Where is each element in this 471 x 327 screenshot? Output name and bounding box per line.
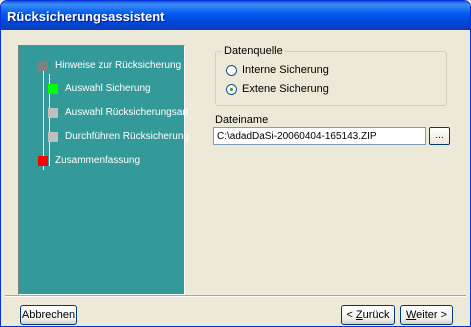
step-label: Durchführen Rücksicherung bbox=[65, 131, 189, 142]
next-button[interactable]: Weiter > bbox=[400, 305, 453, 325]
tree-vertical-line bbox=[43, 66, 44, 170]
step-status-icon bbox=[48, 132, 58, 142]
back-rest: urück bbox=[362, 309, 390, 321]
step-status-icon bbox=[38, 61, 48, 71]
next-rest: eiter > bbox=[416, 309, 448, 321]
wizard-window: Rücksicherungsassistent Hinweise zur Rüc… bbox=[0, 0, 471, 327]
group-legend: Datenquelle bbox=[222, 45, 285, 57]
wizard-content: Hinweise zur Rücksicherung Auswahl Siche… bbox=[5, 30, 466, 326]
radio-label[interactable]: Interne Sicherung bbox=[242, 64, 329, 76]
radio-button-icon[interactable] bbox=[226, 65, 237, 76]
next-mnemonic: W bbox=[405, 309, 417, 321]
step-label: Zusammenfassung bbox=[55, 155, 141, 166]
back-prefix: < bbox=[346, 309, 356, 321]
window-title[interactable]: Rücksicherungsassistent bbox=[1, 1, 470, 30]
step-status-icon bbox=[38, 156, 48, 166]
step-label: Auswahl Rücksicherungsart bbox=[65, 107, 189, 118]
browse-button[interactable]: ... bbox=[429, 127, 450, 145]
steps-panel: Hinweise zur Rücksicherung Auswahl Siche… bbox=[18, 45, 189, 295]
step-label: Hinweise zur Rücksicherung bbox=[55, 60, 182, 71]
back-mnemonic: Z bbox=[355, 309, 363, 321]
bottom-separator bbox=[5, 295, 466, 297]
dateiname-input[interactable] bbox=[213, 127, 426, 145]
cancel-button[interactable]: Abbrechen bbox=[20, 305, 77, 325]
radio-button-icon[interactable] bbox=[226, 84, 237, 95]
datenquelle-group: Datenquelle Interne Sicherung Extene Sic… bbox=[215, 45, 447, 106]
step-status-icon bbox=[48, 84, 58, 94]
radio-label[interactable]: Extene Sicherung bbox=[242, 83, 329, 95]
step-status-icon bbox=[48, 108, 58, 118]
back-button[interactable]: < Zurück bbox=[341, 305, 395, 325]
step-label: Auswahl Sicherung bbox=[65, 83, 151, 94]
dateiname-label: Dateiname bbox=[215, 114, 269, 126]
